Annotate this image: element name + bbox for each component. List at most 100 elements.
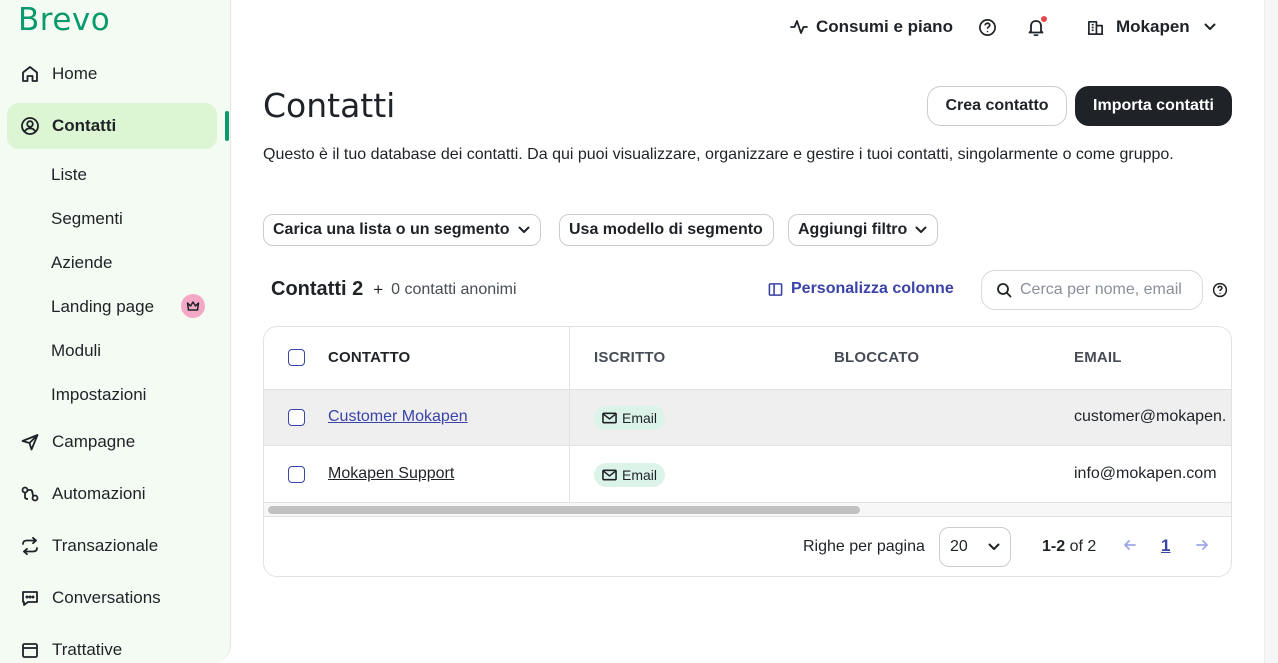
column-header-email[interactable]: EMAIL bbox=[1074, 349, 1122, 366]
send-icon bbox=[19, 431, 41, 453]
sidebar-subitem-segmenti[interactable]: Segmenti bbox=[51, 209, 123, 229]
rows-per-page-select[interactable]: 20 bbox=[939, 527, 1011, 567]
sidebar-subitem-landing-page[interactable]: Landing page bbox=[51, 297, 154, 317]
arrow-right-icon bbox=[1195, 538, 1209, 552]
sidebar-item-label: Home bbox=[52, 64, 98, 83]
search-icon bbox=[996, 282, 1012, 298]
account-name: Mokapen bbox=[1116, 17, 1190, 36]
sidebar-item-label: Contatti bbox=[52, 116, 117, 135]
arrow-left-icon bbox=[1123, 538, 1137, 552]
column-header-contatto[interactable]: CONTATTO bbox=[328, 349, 410, 366]
contact-email: info@mokapen.com bbox=[1074, 465, 1217, 482]
sidebar-item-campagne[interactable]: Campagne bbox=[7, 419, 217, 465]
mail-icon bbox=[602, 469, 617, 481]
row-checkbox[interactable] bbox=[288, 409, 305, 426]
subscription-label: Email bbox=[622, 467, 658, 483]
segment-template-button[interactable]: Usa modello di segmento bbox=[559, 214, 774, 246]
crown-icon bbox=[181, 294, 205, 318]
next-page-button[interactable] bbox=[1195, 538, 1209, 552]
page-description: Questo è il tuo database dei contatti. D… bbox=[263, 146, 1174, 163]
contact-email: customer@mokapen. bbox=[1074, 408, 1227, 425]
sidebar-subitem-aziende[interactable]: Aziende bbox=[51, 253, 112, 273]
sidebar-item-contatti[interactable]: Contatti bbox=[7, 103, 217, 149]
segment-template-label: Usa modello di segmento bbox=[569, 221, 763, 238]
help-icon bbox=[1212, 282, 1228, 298]
contacts-icon bbox=[19, 115, 41, 137]
home-icon bbox=[19, 63, 41, 85]
sidebar-item-automazioni[interactable]: Automazioni bbox=[7, 471, 217, 517]
activity-icon bbox=[790, 18, 808, 36]
customize-columns-label: Personalizza colonne bbox=[791, 280, 954, 297]
subscription-badge: Email bbox=[594, 463, 666, 487]
sidebar-item-label: Transazionale bbox=[52, 536, 159, 555]
page-scrollbar[interactable] bbox=[1264, 0, 1278, 663]
subscription-label: Email bbox=[622, 410, 658, 426]
columns-icon bbox=[768, 282, 783, 297]
rows-per-page-value: 20 bbox=[950, 538, 968, 555]
notification-dot bbox=[1041, 15, 1047, 22]
sidebar-item-conversations[interactable]: Conversations bbox=[7, 575, 217, 621]
row-checkbox[interactable] bbox=[288, 466, 305, 483]
notifications-button[interactable] bbox=[1027, 14, 1047, 40]
usage-plan-link[interactable]: Consumi e piano bbox=[790, 14, 953, 40]
chevron-down-icon bbox=[518, 226, 530, 234]
add-filter-dropdown[interactable]: Aggiungi filtro bbox=[788, 214, 939, 246]
customize-columns-button[interactable]: Personalizza colonne bbox=[768, 280, 954, 298]
chevron-down-icon bbox=[1204, 23, 1216, 31]
search-input[interactable] bbox=[1020, 281, 1195, 299]
sidebar-item-transazionale[interactable]: Transazionale bbox=[7, 523, 217, 569]
account-menu[interactable]: Mokapen bbox=[1087, 14, 1216, 40]
help-icon bbox=[978, 18, 997, 37]
import-contacts-button[interactable]: Importa contatti bbox=[1075, 86, 1232, 126]
contact-name-link[interactable]: Customer Mokapen bbox=[328, 408, 468, 426]
usage-plan-label: Consumi e piano bbox=[816, 17, 953, 36]
search-help-button[interactable] bbox=[1212, 282, 1228, 298]
search-box[interactable] bbox=[981, 270, 1203, 310]
contact-name-link[interactable]: Mokapen Support bbox=[328, 465, 454, 483]
pagination-range-bold: 1-2 bbox=[1042, 538, 1066, 555]
building-icon bbox=[1087, 19, 1104, 36]
automation-icon bbox=[19, 483, 41, 505]
deals-icon bbox=[19, 639, 41, 661]
table-row[interactable]: Mokapen Support Email info@mokapen.com bbox=[264, 447, 1231, 503]
load-list-dropdown[interactable]: Carica una lista o un segmento bbox=[263, 214, 541, 246]
sidebar-item-label: Conversations bbox=[52, 588, 161, 607]
column-header-iscritto[interactable]: ISCRITTO bbox=[594, 349, 665, 366]
chat-icon bbox=[19, 587, 41, 609]
sidebar: Brevo Home Contatti Liste Segmenti Azien… bbox=[0, 0, 231, 663]
rows-per-page-label: Righe per pagina bbox=[803, 538, 925, 555]
active-indicator bbox=[225, 111, 229, 141]
bell-icon bbox=[1027, 15, 1047, 37]
select-all-checkbox[interactable] bbox=[288, 349, 305, 366]
brevo-logo[interactable]: Brevo bbox=[18, 2, 110, 38]
load-list-label: Carica una lista o un segmento bbox=[273, 221, 510, 238]
plus-sign: + bbox=[373, 279, 384, 299]
pagination-range-total: of 2 bbox=[1069, 538, 1097, 555]
sidebar-item-home[interactable]: Home bbox=[7, 51, 217, 97]
current-page[interactable]: 1 bbox=[1161, 536, 1170, 556]
sidebar-item-label: Trattative bbox=[52, 640, 123, 659]
column-header-bloccato[interactable]: BLOCCATO bbox=[834, 349, 919, 366]
anonymous-contacts: 0 contatti anonimi bbox=[391, 280, 517, 298]
sidebar-subitem-liste[interactable]: Liste bbox=[51, 165, 87, 185]
help-button[interactable] bbox=[978, 14, 997, 40]
sidebar-item-label: Campagne bbox=[52, 432, 136, 451]
pagination-range: 1-2 of 2 bbox=[1042, 538, 1096, 556]
contacts-summary: Contatti 2 + 0 contatti anonimi bbox=[271, 278, 517, 301]
sidebar-subitem-impostazioni[interactable]: Impostazioni bbox=[51, 385, 146, 405]
sidebar-item-label: Automazioni bbox=[52, 484, 146, 503]
table-row[interactable]: Customer Mokapen Email customer@mokapen. bbox=[264, 390, 1231, 446]
subscription-badge: Email bbox=[594, 406, 666, 430]
chevron-down-icon bbox=[915, 226, 927, 234]
create-contact-button[interactable]: Crea contatto bbox=[927, 86, 1067, 126]
previous-page-button[interactable] bbox=[1123, 538, 1137, 552]
sidebar-subitem-moduli[interactable]: Moduli bbox=[51, 341, 101, 361]
contacts-count: Contatti 2 bbox=[271, 278, 364, 300]
column-divider bbox=[569, 327, 570, 503]
sidebar-item-trattative[interactable]: Trattative bbox=[7, 627, 217, 663]
contacts-table: CONTATTO ISCRITTO BLOCCATO EMAIL Custome… bbox=[263, 326, 1232, 577]
page-title: Contatti bbox=[263, 86, 396, 125]
mail-icon bbox=[602, 412, 617, 424]
add-filter-label: Aggiungi filtro bbox=[798, 221, 908, 238]
table-horizontal-scrollbar[interactable] bbox=[268, 506, 860, 514]
